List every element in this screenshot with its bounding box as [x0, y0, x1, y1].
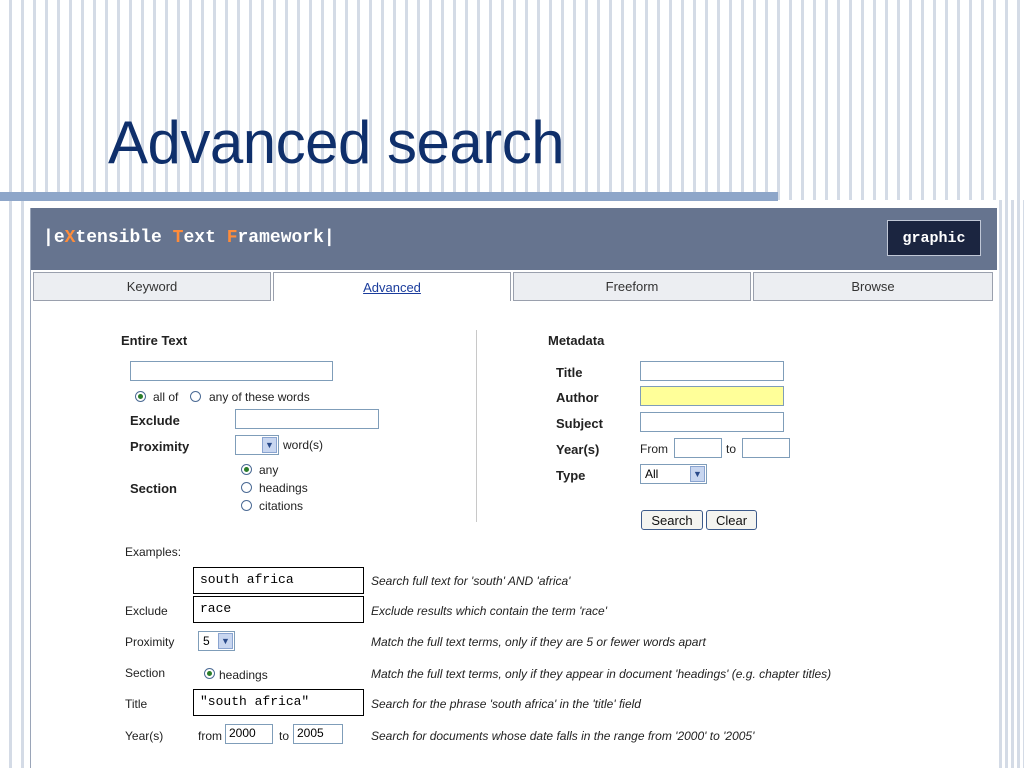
- exclude-label: Exclude: [130, 413, 180, 428]
- year-from-input[interactable]: [674, 438, 722, 458]
- words-label: word(s): [283, 438, 324, 452]
- example-years-from: from: [198, 729, 222, 743]
- xtf-app-window: |eXtensible Text Framework| graphic Keyw…: [30, 208, 997, 768]
- logo-part: e: [53, 228, 65, 248]
- advanced-search-form: Entire Text all of any of these words Ex…: [31, 304, 997, 768]
- subject-input[interactable]: [640, 412, 784, 432]
- example-section-value: headings: [219, 668, 268, 682]
- example-proximity-value: 5: [203, 634, 210, 648]
- clear-button[interactable]: Clear: [706, 510, 757, 530]
- logo-part: ramework: [237, 228, 324, 248]
- example-title-label: Title: [125, 697, 148, 711]
- example-title-box: "south africa": [193, 689, 364, 716]
- section-citations-radio[interactable]: [241, 500, 252, 511]
- search-tabs: Keyword Advanced Freeform Browse: [31, 271, 997, 304]
- example-years-to: to: [279, 729, 290, 743]
- year-from-label: From: [640, 442, 668, 456]
- logo-part: |: [43, 228, 54, 248]
- chevron-down-icon: ▼: [262, 437, 277, 453]
- type-select-value: All: [645, 467, 659, 481]
- example-years-from-box: 2000: [225, 724, 273, 744]
- search-button[interactable]: Search: [641, 510, 703, 530]
- xtf-logo: |eXtensible Text Framework|: [43, 228, 335, 248]
- logo-part: X: [64, 228, 76, 248]
- app-header: |eXtensible Text Framework| graphic: [31, 208, 997, 270]
- slide-background-right: [996, 200, 1024, 768]
- example-proximity-desc: Match the full text terms, only if they …: [371, 635, 706, 649]
- example-title-desc: Search for the phrase 'south africa' in …: [371, 697, 641, 711]
- years-label: Year(s): [556, 442, 600, 457]
- any-of-label: any of these words: [209, 390, 310, 404]
- section-label: Section: [130, 481, 177, 496]
- tab-advanced[interactable]: Advanced: [273, 272, 511, 301]
- slide-background-left: [0, 200, 30, 768]
- tab-freeform[interactable]: Freeform: [513, 272, 751, 301]
- subject-label: Subject: [556, 416, 603, 431]
- example-proximity-label: Proximity: [125, 635, 175, 649]
- author-label: Author: [556, 390, 599, 405]
- chevron-down-icon: ▼: [218, 633, 233, 649]
- section-citations-label: citations: [259, 499, 304, 513]
- section-any-radio[interactable]: [241, 464, 252, 475]
- example-fulltext-box: south africa: [193, 567, 364, 594]
- proximity-label: Proximity: [130, 439, 190, 454]
- slide-title: Advanced search: [108, 109, 565, 176]
- all-of-label: all of: [153, 390, 179, 404]
- exclude-input[interactable]: [235, 409, 379, 429]
- metadata-heading: Metadata: [548, 333, 605, 348]
- example-exclude-desc: Exclude results which contain the term '…: [371, 604, 608, 618]
- year-to-input[interactable]: [742, 438, 790, 458]
- section-headings-radio[interactable]: [241, 482, 252, 493]
- logo-part: ext: [183, 228, 227, 248]
- tab-keyword[interactable]: Keyword: [33, 272, 271, 301]
- title-label: Title: [556, 365, 583, 380]
- example-fulltext-desc: Search full text for 'south' AND 'africa…: [371, 574, 571, 588]
- example-years-label: Year(s): [125, 729, 164, 743]
- graphic-button[interactable]: graphic: [887, 220, 981, 256]
- example-years-desc: Search for documents whose date falls in…: [371, 729, 755, 743]
- example-years-to-box: 2005: [293, 724, 343, 744]
- example-section-desc: Match the full text terms, only if they …: [371, 667, 832, 681]
- example-section-label: Section: [125, 666, 166, 680]
- title-underline: [0, 192, 778, 201]
- logo-part: tensible: [75, 228, 173, 248]
- type-select[interactable]: All ▼: [640, 464, 707, 484]
- any-of-radio[interactable]: [190, 391, 201, 402]
- examples-heading: Examples:: [125, 545, 182, 559]
- entire-text-input[interactable]: [130, 361, 333, 381]
- proximity-select[interactable]: ▼: [235, 435, 279, 455]
- logo-part: T: [172, 228, 184, 248]
- type-label: Type: [556, 468, 586, 483]
- example-exclude-box: race: [193, 596, 364, 623]
- example-section-radio: [204, 668, 215, 679]
- example-proximity-select: 5 ▼: [198, 631, 235, 651]
- chevron-down-icon: ▼: [690, 466, 705, 482]
- entire-text-heading: Entire Text: [121, 333, 188, 348]
- section-headings-label: headings: [259, 481, 308, 495]
- tab-browse[interactable]: Browse: [753, 272, 993, 301]
- logo-part: |: [323, 228, 335, 248]
- example-exclude-label: Exclude: [125, 604, 168, 618]
- all-of-radio[interactable]: [135, 391, 146, 402]
- author-input[interactable]: [640, 386, 784, 406]
- section-any-label: any: [259, 463, 279, 477]
- year-to-label: to: [726, 442, 737, 456]
- logo-part: F: [226, 228, 238, 248]
- column-divider: [476, 330, 477, 522]
- title-input[interactable]: [640, 361, 784, 381]
